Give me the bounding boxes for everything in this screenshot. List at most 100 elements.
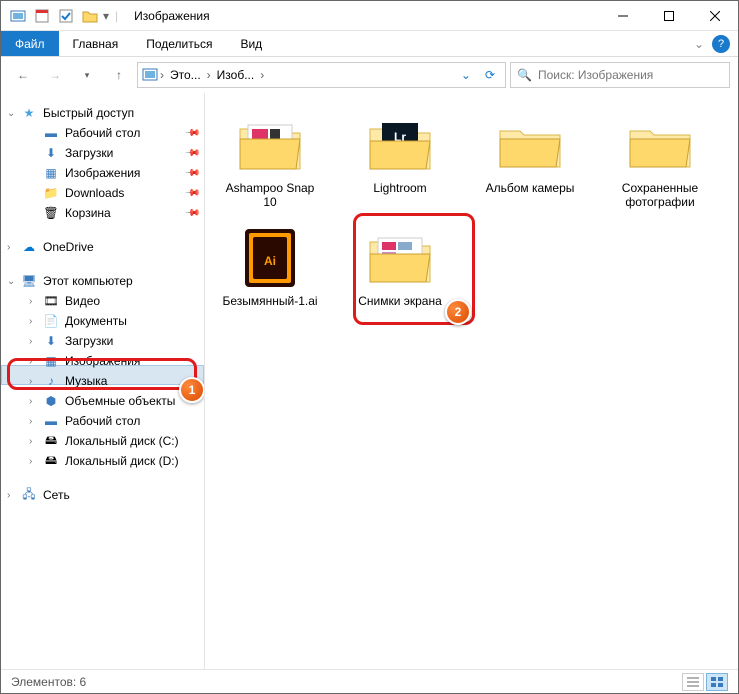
breadcrumb-thispc[interactable]: Это... [166,68,205,82]
tree-pictures-quick[interactable]: ▦Изображения📌 [1,163,204,183]
onedrive-icon: ☁ [21,239,37,255]
downloads-icon: ⬇ [43,145,59,161]
address-bar[interactable]: › Это... › Изоб... › ⌄ ⟳ [137,62,506,88]
tree-label: Объемные объекты [65,394,175,408]
tree-documents[interactable]: ›📄Документы [1,311,204,331]
app-icon [7,5,29,27]
crumb-sep-icon[interactable]: › [160,68,164,82]
objects-icon: ⬢ [43,393,59,409]
minimize-button[interactable] [600,1,646,31]
view-details-button[interactable] [682,673,704,691]
tree-quick-access[interactable]: ⌄★Быстрый доступ [1,103,204,123]
tree-network[interactable]: ›🖧Сеть [1,485,204,505]
tree-label: Локальный диск (C:) [65,434,179,448]
star-icon: ★ [21,105,37,121]
tree-onedrive[interactable]: ›☁OneDrive [1,237,204,257]
view-icons-button[interactable] [706,673,728,691]
search-placeholder: Поиск: Изображения [538,68,653,82]
crumb-sep-icon[interactable]: › [207,68,211,82]
folder-icon: 📁 [43,185,59,201]
downloads-icon: ⬇ [43,333,59,349]
pictures-icon: ▦ [43,353,59,369]
tree-label: Рабочий стол [65,126,140,140]
ai-file-icon: Ai [233,226,307,290]
address-dropdown-icon[interactable]: ⌄ [455,68,477,82]
folder-thumb-icon [233,113,307,177]
tree-label: Изображения [65,354,140,368]
tree-label: Сеть [43,488,70,502]
tree-desktop-pc[interactable]: ›▬Рабочий стол [1,411,204,431]
titlebar: ▾ | Изображения [1,1,738,31]
qat-folder-icon[interactable] [79,5,101,27]
folder-item[interactable]: LrCAT Lightroom [345,109,455,214]
help-icon[interactable]: ? [712,35,730,53]
refresh-button[interactable]: ⟳ [479,68,501,82]
close-button[interactable] [692,1,738,31]
crumb-sep-icon[interactable]: › [260,68,264,82]
tree-label: Видео [65,294,100,308]
tree-downloads[interactable]: ⬇Загрузки📌 [1,143,204,163]
tree-videos[interactable]: ›🎞Видео [1,291,204,311]
ribbon-file-tab[interactable]: Файл [1,31,59,56]
maximize-button[interactable] [646,1,692,31]
videos-icon: 🎞 [43,293,59,309]
recycle-icon: 🗑 [43,205,59,221]
file-item[interactable]: Ai Безымянный-1.ai [215,222,325,312]
desktop-icon: ▬ [43,413,59,429]
pin-icon: 📌 [183,145,200,162]
ribbon-tab-home[interactable]: Главная [59,31,133,56]
tree-label: OneDrive [43,240,94,254]
nav-recent-button[interactable]: ▾ [73,61,101,89]
item-label: Альбом камеры [486,181,575,195]
pin-icon: 📌 [183,125,200,142]
items-view[interactable]: 2 Ashampoo Snap 10 LrCAT Lightroom Альбо… [205,93,738,669]
desktop-icon: ▬ [43,125,59,141]
folder-item[interactable]: Снимки экрана [345,222,455,312]
item-label: Снимки экрана [358,294,442,308]
tree-3dobjects[interactable]: ›⬢Объемные объекты [1,391,204,411]
pin-icon: 📌 [183,165,200,182]
nav-tree[interactable]: 1 ⌄★Быстрый доступ ▬Рабочий стол📌 ⬇Загру… [1,93,205,669]
tree-label: Документы [65,314,127,328]
breadcrumb-pictures[interactable]: Изоб... [213,68,259,82]
tree-label: Загрузки [65,334,113,348]
tree-downloads2[interactable]: 📁Downloads📌 [1,183,204,203]
tree-drive-c[interactable]: ›🖴Локальный диск (C:) [1,431,204,451]
item-label: Ashampoo Snap 10 [219,181,321,210]
tree-label: Быстрый доступ [43,106,134,120]
folder-item[interactable]: Сохраненные фотографии [605,109,715,214]
folder-item[interactable]: Альбом камеры [475,109,585,214]
tree-label: Корзина [65,206,111,220]
annotation-badge-2: 2 [445,299,471,325]
tree-music[interactable]: ›♪Музыка [1,371,204,391]
nav-forward-button[interactable]: → [41,61,69,89]
network-icon: 🖧 [21,487,37,503]
tree-desktop[interactable]: ▬ Рабочий стол 📌 [1,123,204,143]
ribbon-tab-view[interactable]: Вид [226,31,276,56]
status-text: Элементов: 6 [11,675,86,689]
documents-icon: 📄 [43,313,59,329]
search-box[interactable]: 🔍 Поиск: Изображения [510,62,730,88]
tree-downloads-pc[interactable]: ›⬇Загрузки [1,331,204,351]
tree-label: Изображения [65,166,140,180]
folder-thumb-icon [363,226,437,290]
qat-checkbox-icon[interactable] [55,5,77,27]
nav-back-button[interactable]: ← [9,61,37,89]
qat-properties-icon[interactable] [31,5,53,27]
tree-recycle[interactable]: 🗑Корзина📌 [1,203,204,223]
ribbon-expand-icon[interactable]: ⌄ [694,37,704,51]
tree-label: Музыка [65,374,107,388]
tree-label: Рабочий стол [65,414,140,428]
tree-thispc[interactable]: ⌄🖥Этот компьютер [1,271,204,291]
svg-text:Ai: Ai [264,254,276,268]
tree-drive-d[interactable]: ›🖴Локальный диск (D:) [1,451,204,471]
ribbon-tab-share[interactable]: Поделиться [132,31,226,56]
nav-up-button[interactable]: ↑ [105,61,133,89]
drive-icon: 🖴 [43,453,59,469]
tree-label: Локальный диск (D:) [65,454,179,468]
qat-dropdown-icon[interactable]: ▾ [103,9,109,23]
folder-item[interactable]: Ashampoo Snap 10 [215,109,325,214]
pc-icon: 🖥 [21,273,37,289]
drive-icon: 🖴 [43,433,59,449]
tree-pictures-pc[interactable]: ›▦Изображения [1,351,204,371]
